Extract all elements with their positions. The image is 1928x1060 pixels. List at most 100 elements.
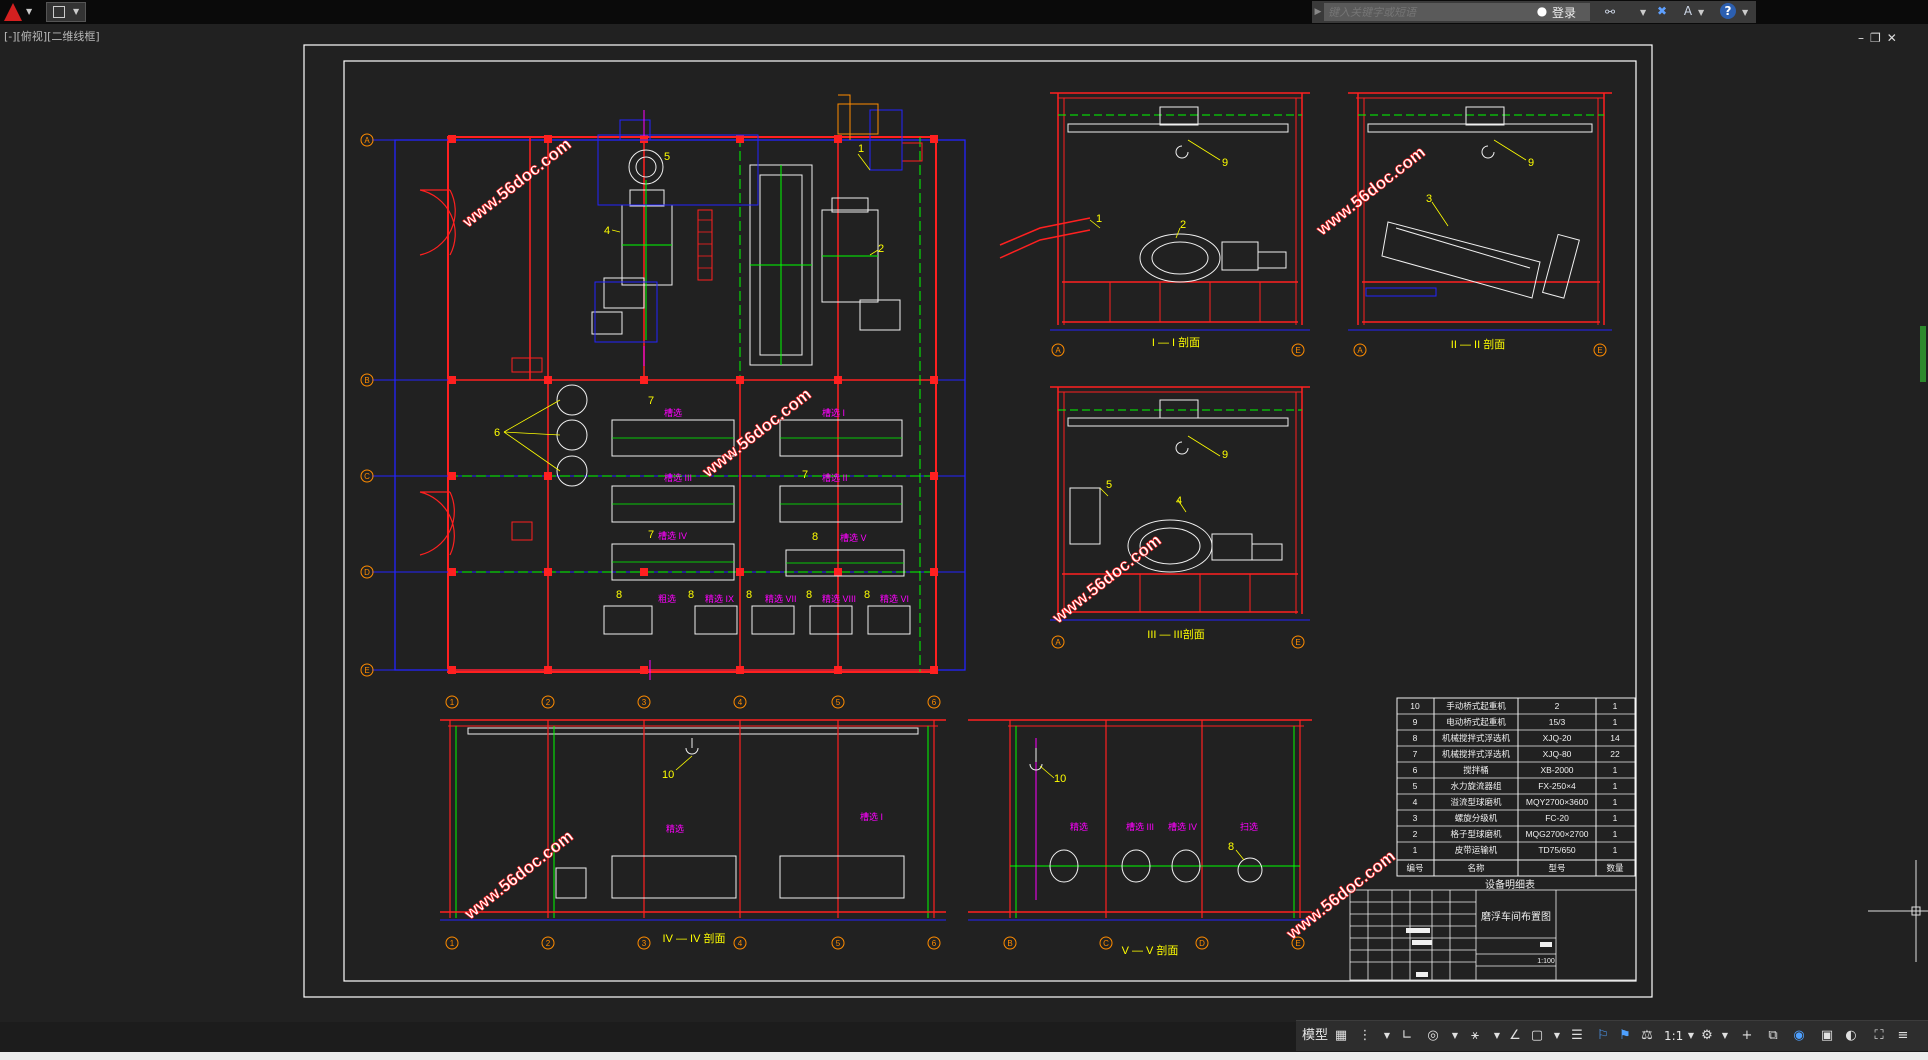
callout-number: 8 <box>746 589 752 601</box>
axis-label: E <box>364 666 369 675</box>
watermark: www.56doc.com <box>460 827 577 924</box>
tank-label: 槽选 I <box>860 811 883 822</box>
watermark: www.56doc.com <box>1048 531 1165 628</box>
model-tab[interactable]: 模型 <box>1302 1026 1328 1046</box>
table-cell: 8 <box>1413 733 1418 743</box>
tank-label: 槽选 <box>664 407 682 418</box>
axis-label: 3 <box>642 698 647 707</box>
scroll-indicator[interactable] <box>1920 326 1926 382</box>
table-cell: 2 <box>1413 829 1418 839</box>
table-header: 名称 <box>1467 863 1485 873</box>
callout-number: 9 <box>1222 157 1228 169</box>
section-3: 9 5 4 A E III — III剖面 <box>1050 386 1310 649</box>
callout-number: 10 <box>1054 773 1066 785</box>
quick-access-button[interactable]: ▼ <box>46 2 86 22</box>
grid-icon[interactable]: ▦ <box>1332 1027 1350 1045</box>
callout-number: 5 <box>664 151 670 163</box>
binoculars-icon[interactable]: ⚯ <box>1602 4 1618 20</box>
tank-label: 槽选 IV <box>1168 821 1197 832</box>
axis-label: A <box>1055 638 1061 647</box>
graphics-icon[interactable]: ▣ <box>1818 1027 1836 1045</box>
axis-label: D <box>364 568 370 577</box>
dropdown-icon[interactable]: ▼ <box>1548 1027 1566 1045</box>
tank-label: 精选 VI <box>880 593 909 604</box>
callout-number: 2 <box>878 243 884 255</box>
annotation-autoscale-icon[interactable]: ⚑ <box>1616 1027 1634 1045</box>
equipment-table: 10 手动桥式起重机 2 1 9 电动桥式起重机 15/3 1 8 机械搅拌式浮选机 XJQ-20 1… <box>1396 697 1636 891</box>
dropdown-icon[interactable]: ▼ <box>1488 1027 1506 1045</box>
login-button[interactable]: 登录 <box>1552 4 1576 21</box>
ortho-icon[interactable]: ∟ <box>1398 1027 1416 1045</box>
gear-icon[interactable]: ⚙ <box>1698 1027 1716 1045</box>
exchange-icon[interactable]: ✖ <box>1654 3 1670 19</box>
title-block <box>1349 889 1637 981</box>
tank-label: 精选 <box>666 823 684 834</box>
quick-properties-icon[interactable]: ◉ <box>1790 1027 1808 1045</box>
callout-number: 1 <box>1096 213 1102 225</box>
table-cell: MQY2700×3600 <box>1526 797 1588 807</box>
user-icon[interactable]: ● <box>1534 3 1550 19</box>
table-cell: 9 <box>1413 717 1418 727</box>
section-1: 9 1 2 A E I — I 剖面 <box>999 92 1310 357</box>
isolate-icon[interactable]: ◐ <box>1842 1027 1860 1045</box>
annotation-visibility-icon[interactable]: ⚐ <box>1594 1027 1612 1045</box>
table-cell: 6 <box>1413 765 1418 775</box>
help-icon[interactable]: ? <box>1720 3 1736 19</box>
annotation-scale-icon[interactable]: ⚖ <box>1638 1027 1656 1045</box>
axis-label: A <box>1055 346 1061 355</box>
title-bar: ▼ ▼ ▶ ⚯ ● 登录 ▼ ✖ A ▼ ? ▼ <box>0 0 1928 24</box>
angle-icon[interactable]: ∠ <box>1506 1027 1524 1045</box>
snap-icon[interactable]: ⋮ <box>1356 1027 1374 1045</box>
table-header: 型号 <box>1548 863 1565 873</box>
callout-number: 7 <box>802 469 808 481</box>
axis-label: C <box>1103 939 1109 948</box>
table-cell: 15/3 <box>1549 717 1566 727</box>
command-line-strip <box>0 1052 1928 1060</box>
tank-label: 精选 VII <box>765 593 797 604</box>
lineweight-icon[interactable]: ☰ <box>1568 1027 1586 1045</box>
callout-number: 6 <box>494 427 500 439</box>
table-cell: 10 <box>1410 701 1420 711</box>
axis-label: 6 <box>932 939 937 948</box>
tank-label: 槽选 V <box>840 532 867 543</box>
dropdown-icon[interactable]: ▼ <box>1378 1027 1396 1045</box>
fullscreen-icon[interactable]: ⛶ <box>1870 1027 1888 1045</box>
tank-label: 槽选 III <box>1126 821 1154 832</box>
callout-number: 7 <box>648 395 654 407</box>
application-menu-button[interactable]: ▼ <box>0 2 40 22</box>
table-cell: 1 <box>1613 781 1618 791</box>
callout-number: 5 <box>1106 479 1112 491</box>
table-title: 设备明细表 <box>1485 878 1535 891</box>
plus-icon[interactable]: + <box>1738 1027 1756 1045</box>
autodesk-a360-icon[interactable]: A <box>1680 3 1696 19</box>
callout-number: 8 <box>616 589 622 601</box>
axis-label: A <box>364 136 370 145</box>
dropdown-icon[interactable]: ▼ <box>1716 1027 1734 1045</box>
isodraft-icon[interactable]: ▢ <box>1528 1027 1546 1045</box>
tank-label: 精选 VIII <box>822 593 856 604</box>
scale-selector[interactable]: 1:1 <box>1664 1026 1683 1046</box>
axis-label: 5 <box>836 939 841 948</box>
table-cell: 5 <box>1413 781 1418 791</box>
polar-icon[interactable]: ◎ <box>1424 1027 1442 1045</box>
menu-icon[interactable]: ≡ <box>1894 1027 1912 1045</box>
table-cell: MQG2700×2700 <box>1525 829 1588 839</box>
tank-label: 槽选 III <box>664 472 692 483</box>
osnap-icon[interactable]: ⚹ <box>1466 1027 1484 1045</box>
callout-number: 3 <box>1426 193 1432 205</box>
tank-label: 精选 IX <box>705 593 734 604</box>
drawing-canvas[interactable]: 槽选 槽选 I 槽选 II 槽选 III 槽选 IV 槽选 V 粗选 精选 IX… <box>0 24 1928 1020</box>
table-cell: FX-250×4 <box>1538 781 1576 791</box>
table-cell: 搅拌桶 <box>1463 765 1489 775</box>
search-input[interactable] <box>1324 3 1590 21</box>
units-icon[interactable]: ⧉ <box>1764 1027 1782 1045</box>
section-5: 10 8 精选 槽选 III 槽选 IV 扫选 B C D E V — V 剖面 <box>968 719 1312 957</box>
table-cell: 14 <box>1610 733 1620 743</box>
table-cell: 机械搅拌式浮选机 <box>1442 749 1511 759</box>
dropdown-icon[interactable]: ▼ <box>1446 1027 1464 1045</box>
table-cell: 7 <box>1413 749 1418 759</box>
plan-view: 槽选 槽选 I 槽选 II 槽选 III 槽选 IV 槽选 V 粗选 精选 IX… <box>360 94 966 709</box>
section-title: V — V 剖面 <box>1122 943 1179 957</box>
table-cell: FC-20 <box>1545 813 1569 823</box>
callout-number: 8 <box>864 589 870 601</box>
